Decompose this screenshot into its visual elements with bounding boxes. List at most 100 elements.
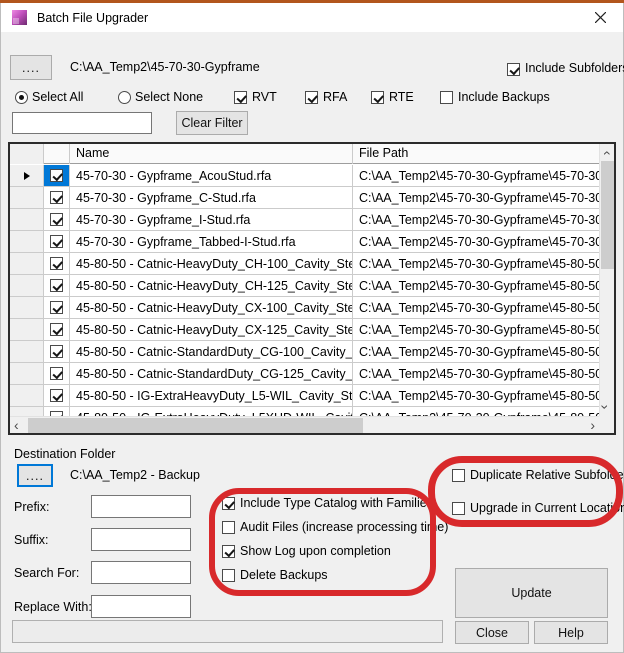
file-path-cell[interactable]: C:\AA_Temp2\45-70-30-Gypframe\45-80-50-C… — [353, 407, 599, 416]
row-include-checkbox[interactable] — [50, 301, 63, 314]
row-include-cell[interactable] — [44, 385, 70, 406]
table-row[interactable]: 45-70-30 - Gypframe_Tabbed-I-Stud.rfa C:… — [10, 231, 599, 253]
search-for-field[interactable] — [91, 561, 191, 584]
table-row[interactable]: 45-80-50 - Catnic-StandardDuty_CG-100_Ca… — [10, 341, 599, 363]
row-include-cell[interactable] — [44, 165, 70, 186]
file-name-cell[interactable]: 45-80-50 - Catnic-HeavyDuty_CX-125_Cavit… — [70, 319, 353, 340]
file-path-cell[interactable]: C:\AA_Temp2\45-70-30-Gypframe\45-80-50-C… — [353, 319, 599, 340]
row-selector-cell[interactable] — [10, 187, 44, 208]
row-include-cell[interactable] — [44, 187, 70, 208]
scroll-left-icon[interactable]: ‹ — [14, 418, 19, 432]
file-path-cell[interactable]: C:\AA_Temp2\45-70-30-Gypframe\45-80-50-C… — [353, 385, 599, 406]
horizontal-scroll-thumb[interactable] — [28, 418, 363, 433]
row-selector-cell[interactable] — [10, 363, 44, 384]
row-selector-cell[interactable] — [10, 297, 44, 318]
table-row[interactable]: 45-80-50 - IG-ExtraHeavyDuty_L5XHD-WIL_C… — [10, 407, 599, 416]
row-include-checkbox[interactable] — [50, 257, 63, 270]
file-path-cell[interactable]: C:\AA_Temp2\45-70-30-Gypframe\45-70-30 -… — [353, 187, 599, 208]
source-browse-button[interactable]: .... — [10, 55, 52, 80]
row-include-cell[interactable] — [44, 319, 70, 340]
table-row[interactable]: 45-70-30 - Gypframe_I-Stud.rfa C:\AA_Tem… — [10, 209, 599, 231]
title-bar[interactable]: Batch File Upgrader — [1, 3, 623, 32]
delete-backups-checkbox[interactable] — [222, 569, 235, 582]
row-include-checkbox[interactable] — [50, 323, 63, 336]
show-log-checkbox[interactable] — [222, 545, 235, 558]
suffix-field[interactable] — [91, 528, 191, 551]
row-include-cell[interactable] — [44, 341, 70, 362]
update-button[interactable]: Update — [455, 568, 608, 618]
vertical-scroll-thumb[interactable] — [601, 161, 614, 269]
file-name-cell[interactable]: 45-70-30 - Gypframe_I-Stud.rfa — [70, 209, 353, 230]
row-include-checkbox[interactable] — [50, 345, 63, 358]
file-path-cell[interactable]: C:\AA_Temp2\45-70-30-Gypframe\45-80-50-C… — [353, 253, 599, 274]
row-selector-cell[interactable] — [10, 341, 44, 362]
row-selector-cell[interactable] — [10, 165, 44, 186]
row-selector-cell[interactable] — [10, 275, 44, 296]
horizontal-scrollbar[interactable]: ‹ › — [10, 416, 599, 433]
file-name-cell[interactable]: 45-80-50 - Catnic-HeavyDuty_CH-100_Cavit… — [70, 253, 353, 274]
close-dialog-button[interactable]: Close — [455, 621, 529, 644]
scroll-down-icon[interactable]: › — [598, 405, 612, 410]
include-type-catalog-checkbox[interactable] — [222, 497, 235, 510]
row-include-cell[interactable] — [44, 231, 70, 252]
row-include-checkbox[interactable] — [50, 191, 63, 204]
row-include-cell[interactable] — [44, 297, 70, 318]
rvt-checkbox[interactable] — [234, 91, 247, 104]
rfa-checkbox[interactable] — [305, 91, 318, 104]
row-include-cell[interactable] — [44, 407, 70, 416]
file-name-cell[interactable]: 45-80-50 - Catnic-StandardDuty_CG-100_Ca… — [70, 341, 353, 362]
file-path-cell[interactable]: C:\AA_Temp2\45-70-30-Gypframe\45-80-50-C… — [353, 275, 599, 296]
table-row[interactable]: 45-80-50 - Catnic-StandardDuty_CG-125_Ca… — [10, 363, 599, 385]
row-include-checkbox[interactable] — [50, 279, 63, 292]
clear-filter-button[interactable]: Clear Filter — [176, 111, 248, 135]
rte-checkbox[interactable] — [371, 91, 384, 104]
row-include-checkbox[interactable] — [50, 213, 63, 226]
row-selector-cell[interactable] — [10, 209, 44, 230]
row-selector-cell[interactable] — [10, 253, 44, 274]
row-include-checkbox[interactable] — [50, 169, 63, 182]
file-name-cell[interactable]: 45-70-30 - Gypframe_C-Stud.rfa — [70, 187, 353, 208]
select-all-radio[interactable] — [15, 91, 28, 104]
filter-input[interactable] — [12, 112, 152, 134]
row-include-checkbox[interactable] — [50, 389, 63, 402]
file-path-cell[interactable]: C:\AA_Temp2\45-70-30-Gypframe\45-70-30 -… — [353, 209, 599, 230]
table-row[interactable]: 45-80-50 - Catnic-HeavyDuty_CX-125_Cavit… — [10, 319, 599, 341]
path-column-header[interactable]: File Path — [353, 144, 599, 164]
include-subfolders-checkbox[interactable] — [507, 63, 520, 76]
table-row[interactable]: 45-80-50 - Catnic-HeavyDuty_CX-100_Cavit… — [10, 297, 599, 319]
file-name-cell[interactable]: 45-80-50 - IG-ExtraHeavyDuty_L5-WIL_Cavi… — [70, 385, 353, 406]
file-name-cell[interactable]: 45-80-50 - Catnic-HeavyDuty_CX-100_Cavit… — [70, 297, 353, 318]
table-row[interactable]: 45-80-50 - Catnic-HeavyDuty_CH-100_Cavit… — [10, 253, 599, 275]
row-include-cell[interactable] — [44, 363, 70, 384]
name-column-header[interactable]: Name — [70, 144, 353, 164]
file-name-cell[interactable]: 45-70-30 - Gypframe_AcouStud.rfa — [70, 165, 353, 186]
file-path-cell[interactable]: C:\AA_Temp2\45-70-30-Gypframe\45-80-50-C… — [353, 363, 599, 384]
scroll-up-icon[interactable]: › — [598, 151, 612, 156]
row-include-checkbox[interactable] — [50, 235, 63, 248]
file-path-cell[interactable]: C:\AA_Temp2\45-70-30-Gypframe\45-80-50-C… — [353, 341, 599, 362]
duplicate-subfolders-checkbox[interactable] — [452, 469, 465, 482]
replace-with-field[interactable] — [91, 595, 191, 618]
destination-browse-button[interactable]: .... — [17, 464, 53, 487]
file-name-cell[interactable]: 45-70-30 - Gypframe_Tabbed-I-Stud.rfa — [70, 231, 353, 252]
select-none-radio[interactable] — [118, 91, 131, 104]
file-name-cell[interactable]: 45-80-50 - IG-ExtraHeavyDuty_L5XHD-WIL_C… — [70, 407, 353, 416]
file-name-cell[interactable]: 45-80-50 - Catnic-HeavyDuty_CH-125_Cavit… — [70, 275, 353, 296]
table-row[interactable]: 45-70-30 - Gypframe_C-Stud.rfa C:\AA_Tem… — [10, 187, 599, 209]
help-button[interactable]: Help — [534, 621, 608, 644]
row-include-checkbox[interactable] — [50, 367, 63, 380]
row-selector-cell[interactable] — [10, 407, 44, 416]
row-include-cell[interactable] — [44, 253, 70, 274]
scroll-right-icon[interactable]: › — [590, 418, 595, 432]
row-selector-cell[interactable] — [10, 319, 44, 340]
file-path-cell[interactable]: C:\AA_Temp2\45-70-30-Gypframe\45-80-50-C… — [353, 297, 599, 318]
table-row[interactable]: 45-70-30 - Gypframe_AcouStud.rfa C:\AA_T… — [10, 165, 599, 187]
row-selector-cell[interactable] — [10, 385, 44, 406]
file-path-cell[interactable]: C:\AA_Temp2\45-70-30-Gypframe\45-70-30 -… — [353, 231, 599, 252]
include-backups-checkbox[interactable] — [440, 91, 453, 104]
vertical-scrollbar[interactable]: › › — [599, 144, 614, 416]
file-path-cell[interactable]: C:\AA_Temp2\45-70-30-Gypframe\45-70-30 -… — [353, 165, 599, 186]
upgrade-current-location-checkbox[interactable] — [452, 502, 465, 515]
table-row[interactable]: 45-80-50 - IG-ExtraHeavyDuty_L5-WIL_Cavi… — [10, 385, 599, 407]
prefix-field[interactable] — [91, 495, 191, 518]
